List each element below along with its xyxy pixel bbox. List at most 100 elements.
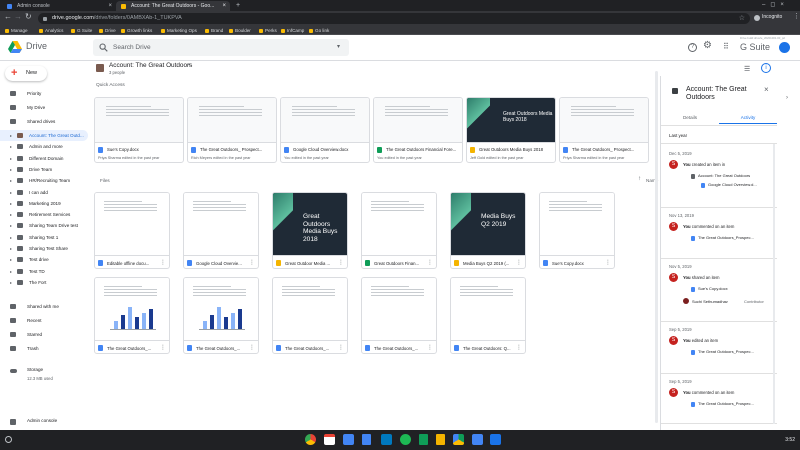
file-card[interactable]: The Great Outdoors: Q... ⋮ <box>450 277 526 354</box>
spotify-app-icon[interactable] <box>400 434 411 445</box>
bookmark-item[interactable]: Boulder <box>228 27 251 34</box>
search-input[interactable]: Search Drive ▾ <box>93 39 349 56</box>
sidebar-shared-drive-item[interactable]: ▸ Sharing Team Drive test <box>0 220 88 231</box>
file-card[interactable]: The Great Outdoors_... ⋮ <box>94 277 170 354</box>
drive-logo-icon[interactable] <box>8 41 22 53</box>
expand-arrow-icon[interactable]: ▸ <box>10 164 12 175</box>
sidebar-shared-drive-item[interactable]: ▸ Retirement Services <box>0 209 88 220</box>
tab-admin-console[interactable]: Admin console × <box>2 1 116 11</box>
scrollbar[interactable] <box>655 71 658 423</box>
menu-icon[interactable]: ⋮ <box>793 12 800 20</box>
back-icon[interactable]: ← <box>4 12 12 21</box>
expand-arrow-icon[interactable]: ▸ <box>10 220 12 231</box>
folder-app-icon[interactable] <box>490 434 501 445</box>
new-tab-button[interactable]: + <box>236 0 240 11</box>
more-options-icon[interactable]: ⋮ <box>249 341 255 353</box>
calendar-app-icon[interactable] <box>343 434 354 445</box>
file-card[interactable]: The Great Outdoors_... ⋮ <box>272 277 348 354</box>
main-menu-icon[interactable] <box>0 35 1 36</box>
more-options-icon[interactable]: ⋮ <box>338 341 344 353</box>
bookmark-item[interactable]: Marketing Ops <box>160 27 197 34</box>
expand-arrow-icon[interactable]: ▸ <box>10 254 12 265</box>
sidebar-shared-drive-item[interactable]: ▸ Admin and more <box>0 141 88 152</box>
sheets-app-icon[interactable] <box>419 434 428 445</box>
bookmark-item[interactable]: Growth links <box>120 27 152 34</box>
launcher-icon[interactable] <box>5 436 12 443</box>
sidebar-shared-drive-item[interactable]: ▸ The Fort <box>0 277 88 288</box>
bookmark-item[interactable]: Manage <box>4 27 28 34</box>
file-card[interactable]: The Great Outdoors_... ⋮ <box>183 277 259 354</box>
forward-icon[interactable]: → <box>14 12 22 21</box>
expand-arrow-icon[interactable]: ▸ <box>10 198 12 209</box>
file-card[interactable]: Google Cloud Overvie... ⋮ <box>183 192 259 269</box>
bookmark-item[interactable]: Analytics <box>38 27 63 34</box>
activity-item-name[interactable]: Sue's Copy.docx <box>698 286 728 291</box>
sidebar-shared-drive-item[interactable]: ▸ Sharing Test Share <box>0 243 88 254</box>
expand-arrow-icon[interactable]: ▸ <box>10 243 12 254</box>
side-panel-arrow-icon[interactable]: › <box>786 95 788 101</box>
sidebar-shared-drive-item[interactable]: ▸ Sharing Test 1 <box>0 232 88 243</box>
gmail-app-icon[interactable] <box>324 434 335 445</box>
expand-arrow-icon[interactable]: ▸ <box>10 130 12 141</box>
sidebar-shared-drive-item[interactable]: ▸ Marketing 2019 <box>0 198 88 209</box>
bookmark-item[interactable]: Perks <box>258 27 277 34</box>
slides-app-icon[interactable] <box>436 434 445 445</box>
expand-arrow-icon[interactable]: ▸ <box>10 153 12 164</box>
file-card[interactable]: Editable offline docu... ⋮ <box>94 192 170 269</box>
sidebar-shared-drive-item[interactable]: ▸ Test drive <box>0 254 88 265</box>
help-icon[interactable]: ? <box>688 43 697 52</box>
file-card[interactable]: Great Outdoors Media Buys 2018 Great Outd… <box>272 192 348 269</box>
chrome-app-icon[interactable] <box>305 434 316 445</box>
docs-app-icon[interactable] <box>362 434 371 445</box>
sidebar-item-shared-drives[interactable]: Shared drives <box>0 116 88 127</box>
reload-icon[interactable]: ↻ <box>25 12 32 21</box>
trello-app-icon[interactable] <box>381 434 392 445</box>
sidebar-item-starred[interactable]: Starred <box>0 329 88 340</box>
bookmark-item[interactable]: InfCamp <box>280 27 304 34</box>
activity-item-name[interactable]: Google Cloud Overview.d... <box>708 182 757 187</box>
expand-arrow-icon[interactable]: ▸ <box>10 141 12 152</box>
apps-grid-icon[interactable]: ⠿ <box>723 42 729 51</box>
expand-arrow-icon[interactable]: ▸ <box>10 209 12 220</box>
activity-item-name[interactable]: The Great Outdoors_Prospec... <box>698 401 754 406</box>
more-options-icon[interactable]: ⋮ <box>516 256 522 268</box>
sidebar-item-trash[interactable]: Trash <box>0 343 88 354</box>
grid-view-icon[interactable]: ☰ <box>744 65 750 73</box>
sidebar-shared-drive-item[interactable]: ▸ Test TD <box>0 266 88 277</box>
more-options-icon[interactable]: ⋮ <box>160 256 166 268</box>
more-options-icon[interactable]: ⋮ <box>427 256 433 268</box>
more-options-icon[interactable]: ⋮ <box>427 341 433 353</box>
bookmark-item[interactable]: Go link <box>308 27 329 34</box>
sidebar-item-my-drive[interactable]: My Drive <box>0 102 88 113</box>
more-options-icon[interactable]: ⋮ <box>605 256 611 268</box>
info-icon[interactable]: i <box>761 63 771 73</box>
admin-console-link[interactable]: Admin console <box>0 417 90 427</box>
more-options-icon[interactable]: ⋮ <box>338 256 344 268</box>
settings-gear-icon[interactable]: ⚙ <box>703 40 712 51</box>
sidebar-item-shared-with-me[interactable]: Shared with me <box>0 301 88 312</box>
bookmark-star-icon[interactable]: ☆ <box>739 13 745 24</box>
sidebar-shared-drive-item[interactable]: ▸ I can add <box>0 187 88 198</box>
bookmark-item[interactable]: Brand <box>204 27 223 34</box>
sidebar-shared-drive-item[interactable]: ▸ HR/Recruiting Team <box>0 175 88 186</box>
expand-arrow-icon[interactable]: ▸ <box>10 277 12 288</box>
tab-drive-account[interactable]: Account: The Great Outdoors - Goo... × <box>116 1 230 11</box>
search-icon[interactable] <box>99 43 108 52</box>
file-card[interactable]: Great Outdoors Finan... ⋮ <box>361 192 437 269</box>
account-avatar[interactable] <box>779 42 790 53</box>
file-card[interactable]: The Great Outdoors_... ⋮ <box>361 277 437 354</box>
close-tab-icon[interactable]: × <box>108 1 112 11</box>
close-tab-icon[interactable]: × <box>222 1 226 11</box>
expand-arrow-icon[interactable]: ▸ <box>10 266 12 277</box>
expand-arrow-icon[interactable]: ▸ <box>10 232 12 243</box>
activity-item-name[interactable]: Account: The Great Outdoors <box>698 173 750 178</box>
bookmark-item[interactable]: G Suite <box>70 27 92 34</box>
bookmark-item[interactable]: Drive <box>98 27 116 34</box>
expand-arrow-icon[interactable]: ▸ <box>10 187 12 198</box>
storage-label[interactable]: Storage <box>27 367 43 372</box>
more-options-icon[interactable]: ⋮ <box>249 256 255 268</box>
sidebar-shared-drive-item[interactable]: ▸ Drive Team <box>0 164 88 175</box>
sidebar-item-priority[interactable]: Priority <box>0 88 88 99</box>
more-options-icon[interactable]: ⋮ <box>516 341 522 353</box>
details-scrollbar[interactable] <box>773 144 775 424</box>
